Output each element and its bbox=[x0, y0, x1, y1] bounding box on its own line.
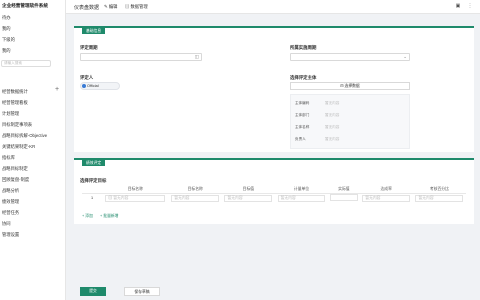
edit-button[interactable]: ✎ 编辑 bbox=[104, 4, 117, 10]
cell-text: 暂无内容 bbox=[224, 194, 273, 202]
more-icon[interactable]: ⋮ bbox=[467, 3, 473, 10]
sidebar-menu-item[interactable]: 关键结果制定-KR bbox=[0, 141, 66, 152]
subject-info-panel: 主体编码 暂无内容 主体部门 暂无内容 主体名称 暂无内容 负责人 暂无内容 bbox=[290, 94, 410, 149]
sidebar-menu-item[interactable]: 战略分析 bbox=[0, 185, 66, 196]
select-data-label: 选择数据 bbox=[344, 84, 360, 88]
sidebar-item-mine-2[interactable]: 我的 bbox=[0, 45, 65, 56]
dept-select[interactable]: ⌄ bbox=[290, 53, 410, 61]
col-header: 目标名称 bbox=[168, 186, 222, 194]
sidebar-menu-item[interactable]: 绩效管理 bbox=[0, 196, 66, 207]
cell-text: 暂无内容 bbox=[362, 194, 411, 202]
topbar: 仪表盘数据 ✎ 编辑 ▤ 数据管理 ▣ ⋮ bbox=[66, 0, 480, 14]
cell-text: 暂无内容 bbox=[113, 195, 129, 200]
col-header: 实际值 bbox=[328, 186, 360, 194]
calendar-icon: ◫ bbox=[194, 54, 199, 59]
sidebar-search-input[interactable]: 请输入搜索 bbox=[1, 60, 51, 67]
cell-text bbox=[329, 194, 359, 202]
sidebar-menu-item[interactable]: 战略目标拆解-Objective bbox=[0, 130, 66, 141]
sidebar-menu: 经营数据统计 经营管理看板 计划管理 目标制定事项表 战略目标拆解-Objective 关… bbox=[0, 86, 66, 240]
table-cell[interactable]: 暂无内容 bbox=[413, 193, 466, 203]
person-input-area[interactable] bbox=[124, 82, 204, 90]
info-value: 暂无内容 bbox=[325, 101, 340, 105]
chevron-down-icon: ⌄ bbox=[403, 54, 407, 59]
table-row: 1 ▤ 暂无内容 暂无内容 暂无内容 暂无内容 暂无内容 暂无内容 bbox=[82, 193, 466, 203]
person-chip[interactable]: Official bbox=[80, 82, 120, 90]
col-header: 达成率 bbox=[359, 186, 413, 194]
edit-label: 编辑 bbox=[108, 4, 118, 9]
sidebar-item-subordinate[interactable]: 下级的 bbox=[0, 34, 65, 45]
basic-info-card: 基础信息 评定周期 ◫ 所属实施周期 ⌄ 评定人 Official 选择评定主体… bbox=[74, 26, 474, 152]
sidebar-menu-item[interactable]: 经营管理看板 bbox=[0, 97, 66, 108]
table-cell[interactable]: 暂无内容 bbox=[169, 193, 222, 203]
info-value: 暂无内容 bbox=[325, 137, 340, 141]
table-header-row: 目标名称 目标名称 目标值 计量单位 实际值 达成率 考核百分比 bbox=[82, 186, 466, 194]
table-cell[interactable]: 暂无内容 bbox=[275, 193, 328, 203]
section-tag-basic: 基础信息 bbox=[82, 28, 106, 34]
sidebar-menu-item[interactable]: 指标库 bbox=[0, 152, 66, 163]
cell-text: 暂无内容 bbox=[277, 194, 326, 202]
select-data-button[interactable]: ⊟ 选择数据 bbox=[290, 82, 410, 90]
sidebar-item-mine[interactable]: 我的 bbox=[0, 23, 65, 34]
app-title: 企业经营管理软件系统 bbox=[2, 3, 48, 8]
info-key: 主体编码 bbox=[295, 101, 310, 105]
sidebar: 企业经营管理软件系统 待办 我的 下级的 我的 请输入搜索 + 经营数据统计 经营… bbox=[0, 0, 66, 300]
data-manage-button[interactable]: ▤ 数据管理 bbox=[125, 4, 148, 10]
period-label: 评定周期 bbox=[80, 45, 98, 50]
sidebar-menu-item[interactable]: 计划管理 bbox=[0, 108, 66, 119]
table-cell[interactable]: ▤ 暂无内容 bbox=[102, 193, 169, 203]
document-icon: ▤ bbox=[125, 4, 130, 9]
sidebar-menu-item[interactable]: 目标制定事项表 bbox=[0, 119, 66, 130]
table-cell[interactable]: 暂无内容 bbox=[360, 193, 413, 203]
col-header: 计量单位 bbox=[274, 186, 329, 194]
info-key: 主体名称 bbox=[295, 125, 310, 129]
save-draft-button[interactable]: 保存草稿 bbox=[124, 287, 160, 296]
dept-label: 所属实施周期 bbox=[290, 45, 317, 50]
col-header: 考核百分比 bbox=[412, 186, 466, 194]
sidebar-menu-item[interactable]: 战略目标制定 bbox=[0, 163, 66, 174]
table-title: 选择评定目标 bbox=[80, 178, 107, 183]
data-manage-label: 数据管理 bbox=[130, 4, 148, 9]
table-cell[interactable]: 暂无内容 bbox=[222, 193, 275, 203]
period-input[interactable]: ◫ bbox=[80, 53, 202, 61]
row-index: 1 bbox=[90, 196, 94, 201]
cell-text: 暂无内容 bbox=[171, 194, 220, 202]
performance-card: 绩效评定 选择评定目标 目标名称 目标名称 目标值 计量单位 实际值 达成率 考… bbox=[74, 158, 474, 224]
table-cell[interactable] bbox=[328, 193, 360, 203]
col-header bbox=[82, 186, 102, 194]
person-label: 评定人 bbox=[80, 75, 94, 80]
list-icon: ▤ bbox=[108, 195, 113, 200]
subject-label: 选择评定主体 bbox=[290, 75, 317, 80]
info-key: 负责人 bbox=[295, 137, 306, 141]
pencil-icon: ✎ bbox=[104, 4, 108, 9]
person-name: Official bbox=[87, 84, 99, 88]
goals-table: 目标名称 目标名称 目标值 计量单位 实际值 达成率 考核百分比 1 ▤ 暂无内… bbox=[82, 186, 466, 203]
cell-text: 暂无内容 bbox=[415, 194, 464, 202]
avatar bbox=[82, 84, 86, 88]
info-key: 主体部门 bbox=[295, 113, 310, 117]
sidebar-menu-item[interactable]: 经营数据统计 bbox=[0, 86, 66, 97]
col-header: 目标名称 bbox=[102, 186, 169, 194]
sidebar-menu-item[interactable]: 协同 bbox=[0, 218, 66, 229]
sidebar-menu-item[interactable]: 回顾复盘-制度 bbox=[0, 174, 66, 185]
add-row-button[interactable]: + 添加 bbox=[82, 214, 93, 219]
section-tag-performance: 绩效评定 bbox=[82, 160, 106, 166]
sidebar-menu-item[interactable]: 经营任务 bbox=[0, 207, 66, 218]
sidebar-menu-item[interactable]: 管理设置 bbox=[0, 229, 66, 240]
col-header: 目标值 bbox=[221, 186, 275, 194]
sidebar-item-todo[interactable]: 待办 bbox=[0, 12, 65, 23]
submit-button[interactable]: 提交 bbox=[80, 287, 106, 296]
select-icon: ⊟ bbox=[340, 84, 344, 88]
info-value: 暂无内容 bbox=[325, 113, 340, 117]
cell-text: ▤ 暂无内容 bbox=[105, 194, 166, 202]
info-value: 暂无内容 bbox=[325, 125, 340, 129]
page-title: 仪表盘数据 bbox=[74, 5, 100, 11]
save-icon[interactable]: ▣ bbox=[455, 3, 461, 10]
batch-add-button[interactable]: + 批量新增 bbox=[100, 214, 118, 219]
